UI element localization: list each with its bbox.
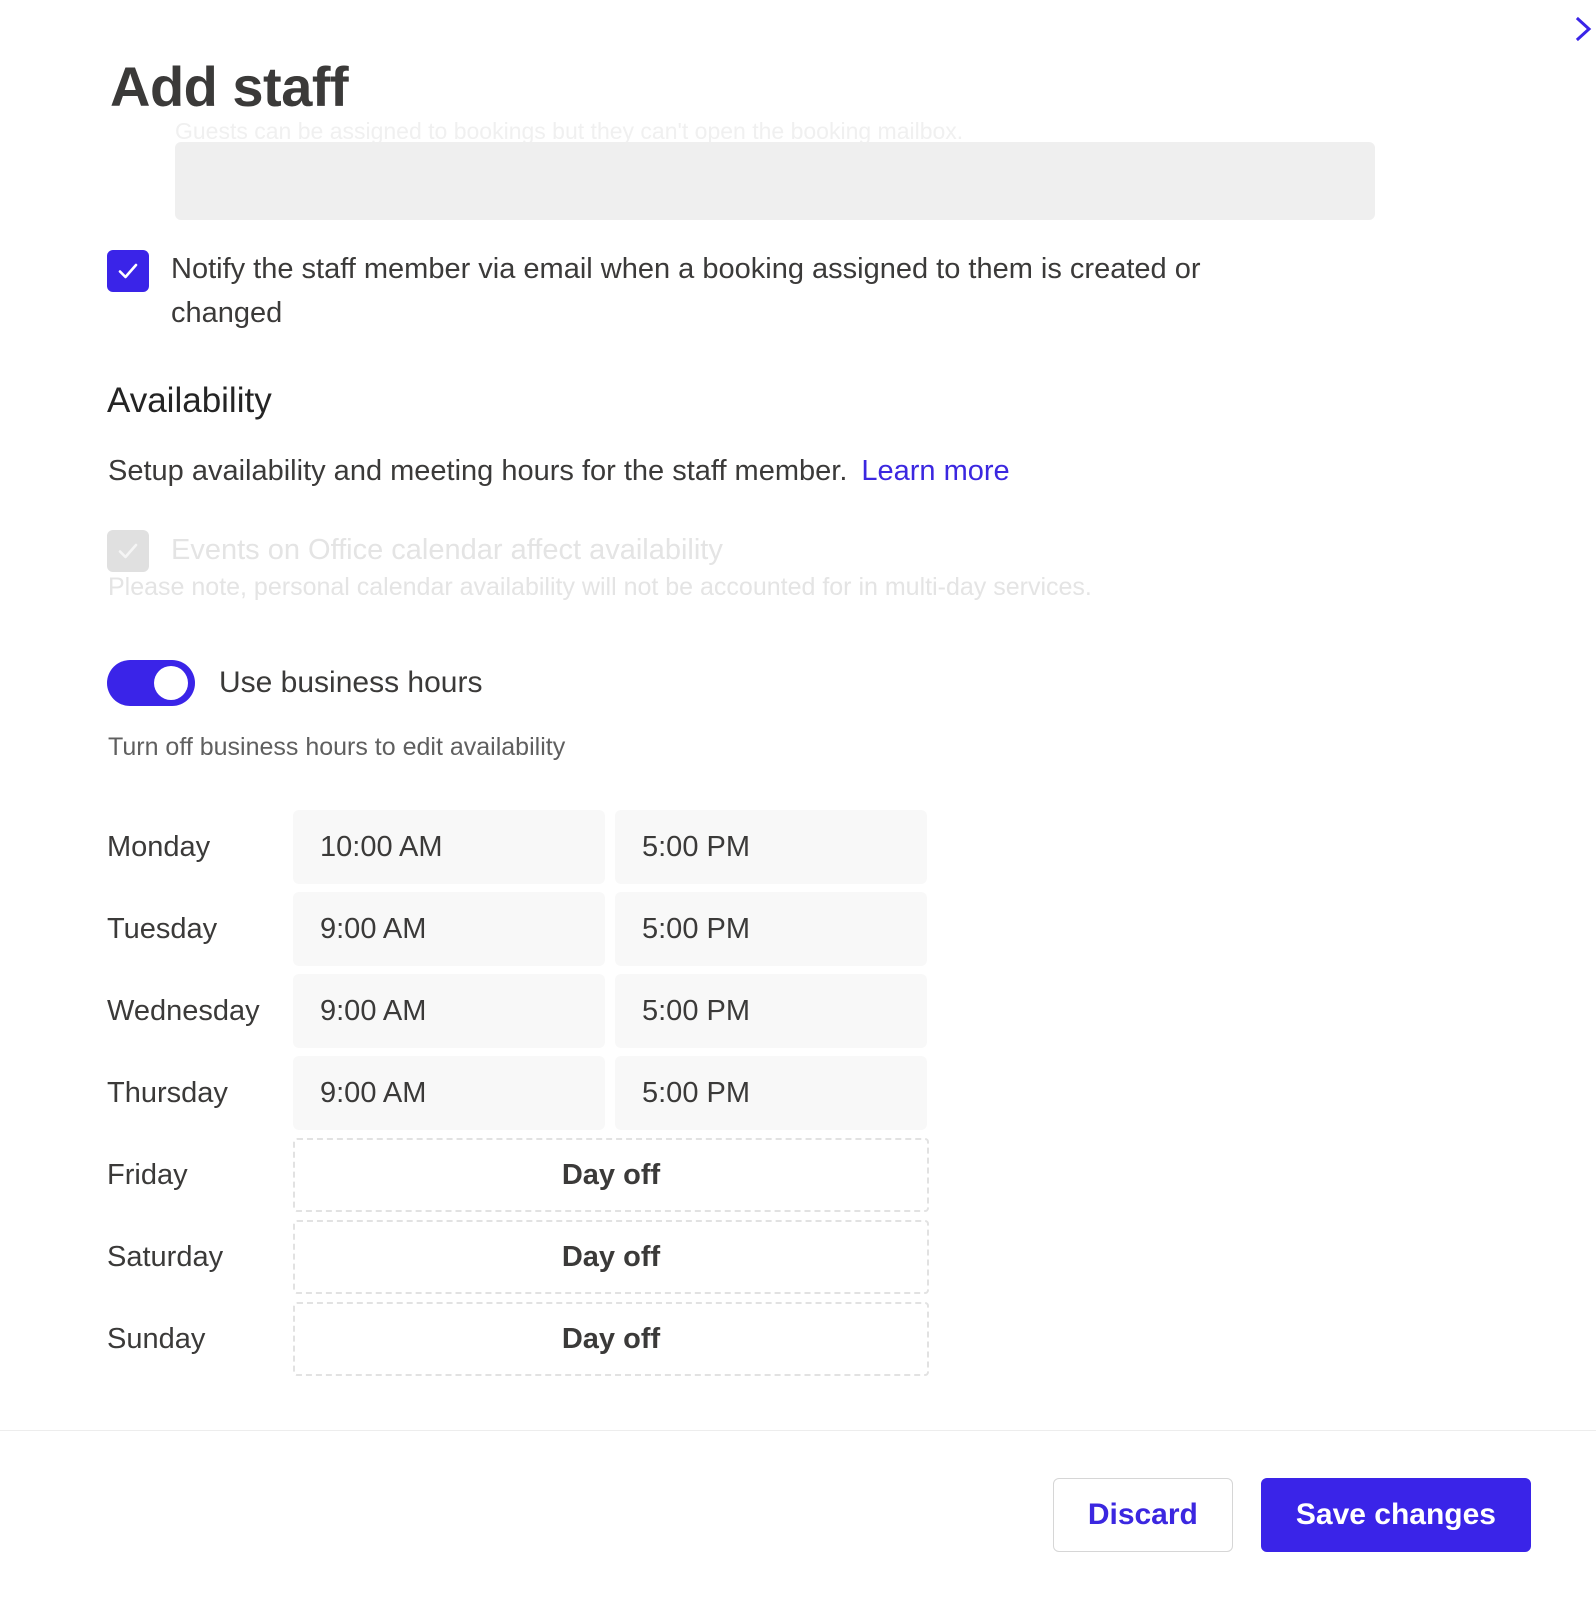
use-business-hours-toggle[interactable] xyxy=(107,660,195,706)
day-off-field[interactable]: Day off xyxy=(293,1302,929,1376)
availability-description: Setup availability and meeting hours for… xyxy=(108,455,1010,488)
weekly-schedule: Monday 10:00 AM 5:00 PM Tuesday 9:00 AM 5:00 … xyxy=(107,806,937,1380)
schedule-row: Sunday Day off xyxy=(107,1298,937,1380)
end-time-field[interactable]: 5:00 PM xyxy=(615,892,927,966)
schedule-day-label: Thursday xyxy=(107,1076,228,1109)
office-calendar-checkbox xyxy=(107,530,149,572)
schedule-day-label: Tuesday xyxy=(107,912,218,945)
start-time-field[interactable]: 9:00 AM xyxy=(293,974,605,1048)
toggle-knob xyxy=(154,666,188,700)
use-business-hours-label: Use business hours xyxy=(219,666,483,699)
schedule-day-label: Sunday xyxy=(107,1322,206,1355)
guest-hint-text: Guests can be assigned to bookings but t… xyxy=(175,118,964,144)
business-hours-row[interactable]: Use business hours xyxy=(107,660,482,706)
schedule-day-label: Saturday xyxy=(107,1240,224,1273)
schedule-row: Wednesday 9:00 AM 5:00 PM xyxy=(107,970,937,1052)
schedule-day-label: Monday xyxy=(107,830,211,863)
discard-button[interactable]: Discard xyxy=(1052,1478,1233,1552)
end-time-field[interactable]: 5:00 PM xyxy=(615,1056,927,1130)
close-chevron-icon[interactable] xyxy=(1560,6,1596,52)
start-time-field[interactable]: 10:00 AM xyxy=(293,810,605,884)
notify-staff-row[interactable]: Notify the staff member via email when a… xyxy=(107,248,1337,335)
schedule-row: Monday 10:00 AM 5:00 PM xyxy=(107,806,937,888)
learn-more-link[interactable]: Learn more xyxy=(861,455,1009,487)
end-time-field[interactable]: 5:00 PM xyxy=(615,810,927,884)
day-off-field[interactable]: Day off xyxy=(293,1220,929,1294)
page-title: Add staff xyxy=(110,55,349,118)
schedule-row: Saturday Day off xyxy=(107,1216,937,1298)
add-staff-panel: Guests can be assigned to bookings but t… xyxy=(0,0,1596,1599)
availability-description-text: Setup availability and meeting hours for… xyxy=(108,455,848,487)
notify-staff-checkbox[interactable] xyxy=(107,250,149,292)
end-time-field[interactable]: 5:00 PM xyxy=(615,974,927,1048)
save-changes-button[interactable]: Save changes xyxy=(1260,1478,1531,1552)
schedule-day-label: Wednesday xyxy=(107,994,260,1027)
schedule-row: Friday Day off xyxy=(107,1134,937,1216)
business-hours-hint: Turn off business hours to edit availabi… xyxy=(108,733,566,761)
schedule-row: Tuesday 9:00 AM 5:00 PM xyxy=(107,888,937,970)
office-calendar-note: Please note, personal calendar availabil… xyxy=(108,573,1092,601)
start-time-field[interactable]: 9:00 AM xyxy=(293,892,605,966)
office-calendar-row: Events on Office calendar affect availab… xyxy=(107,528,723,572)
dialog-footer: Discard Save changes xyxy=(0,1431,1596,1599)
schedule-day-label: Friday xyxy=(107,1158,188,1191)
availability-heading: Availability xyxy=(107,381,272,420)
day-off-field[interactable]: Day off xyxy=(293,1138,929,1212)
start-time-field[interactable]: 9:00 AM xyxy=(293,1056,605,1130)
notify-staff-label: Notify the staff member via email when a… xyxy=(171,253,1201,329)
office-calendar-label: Events on Office calendar affect availab… xyxy=(171,533,723,566)
description-textarea[interactable] xyxy=(175,142,1375,220)
schedule-row: Thursday 9:00 AM 5:00 PM xyxy=(107,1052,937,1134)
